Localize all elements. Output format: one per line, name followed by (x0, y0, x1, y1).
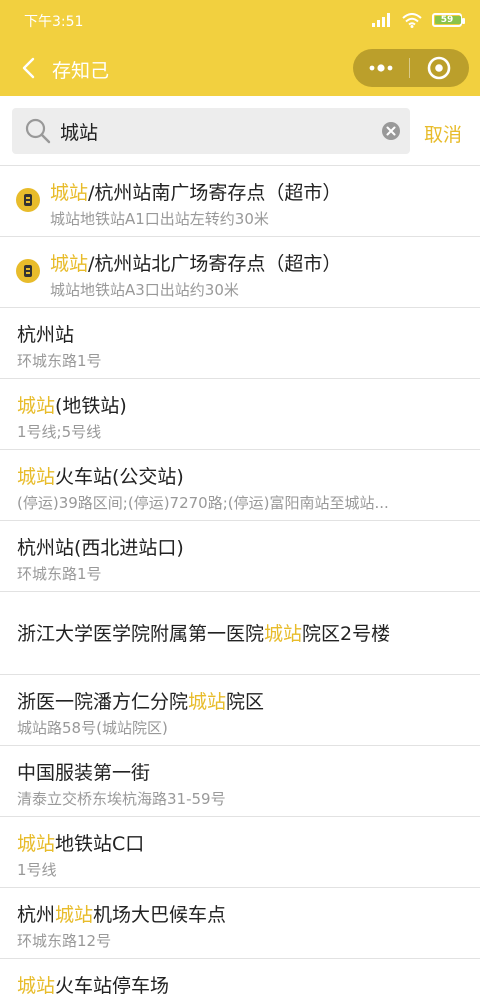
result-title-highlight: 城站 (264, 623, 303, 645)
search-results-list: 城站/杭州站南广场寄存点（超市） 城站地铁站A1口出站左转约30米 城站/杭州站北广… (0, 166, 480, 999)
result-title: 城站火车站停车场 (17, 971, 468, 998)
result-title: 杭州城站机场大巴候车点 (17, 900, 468, 927)
result-item[interactable]: 城站火车站停车场江城路210号附近 (0, 959, 480, 999)
result-title-part: (地铁站) (55, 395, 127, 417)
locker-icon (16, 259, 40, 283)
result-title-part: /杭州站北广场寄存点（超市） (88, 253, 342, 275)
mini-program-capsule (353, 49, 469, 87)
result-item[interactable]: 城站(地铁站) 1号线;5号线 (0, 379, 480, 450)
result-title-part: 机场大巴候车点 (93, 904, 227, 926)
result-subtitle: 环城东路12号 (17, 932, 112, 950)
result-text: 杭州站环城东路1号 (17, 320, 468, 371)
result-text: 杭州城站机场大巴候车点环城东路12号 (17, 900, 468, 951)
result-title-part: 火车站(公交站) (55, 466, 184, 488)
result-title: 城站火车站(公交站) (17, 462, 468, 489)
result-title: 城站(地铁站) (17, 391, 468, 418)
battery-icon: 59 (432, 13, 465, 27)
result-text: 城站(地铁站) 1号线;5号线 (17, 391, 468, 442)
result-subtitle: 清泰立交桥东埃杭海路31-59号 (17, 790, 226, 808)
result-item[interactable]: 城站/杭州站北广场寄存点（超市） 城站地铁站A3口出站约30米 (0, 237, 480, 308)
result-title: 杭州站 (17, 320, 468, 347)
result-item[interactable]: 城站/杭州站南广场寄存点（超市） 城站地铁站A1口出站左转约30米 (0, 166, 480, 237)
status-bar: 下午3:51 59 (0, 0, 480, 40)
result-title-part: 火车站停车场 (55, 975, 170, 997)
result-title: 城站地铁站C口 (17, 829, 468, 856)
cancel-button[interactable]: 取消 (424, 120, 462, 147)
result-item[interactable]: 杭州站(西北进站口) 环城东路1号 (0, 521, 480, 592)
result-title-highlight: 城站 (55, 904, 94, 926)
result-title-part: 中国服装第一街 (17, 762, 151, 784)
more-menu-button[interactable] (353, 49, 409, 87)
result-title-part: 杭州站(西北进站口) (17, 537, 184, 559)
result-item[interactable]: 浙江大学医学院附属第一医院城站院区2号楼 (0, 592, 480, 675)
result-title-part: 院区2号楼 (302, 623, 391, 645)
result-text: 浙医一院潘方仁分院城站院区城站路58号(城站院区) (17, 687, 468, 738)
nav-bar: 存知己 (0, 40, 480, 96)
locker-icon (16, 188, 40, 212)
result-title-part: 院区 (226, 691, 265, 713)
result-item[interactable]: 城站地铁站C口 1号线 (0, 817, 480, 888)
result-title-highlight: 城站 (17, 833, 56, 855)
signal-icon (372, 13, 390, 27)
result-title: 中国服装第一街 (17, 758, 468, 785)
close-mini-program-button[interactable] (410, 49, 468, 87)
result-title: 城站/杭州站北广场寄存点（超市） (50, 249, 468, 276)
status-time: 下午3:51 (24, 14, 84, 30)
result-text: 中国服装第一街清泰立交桥东埃杭海路31-59号 (17, 758, 468, 809)
result-text: 浙江大学医学院附属第一医院城站院区2号楼 (17, 619, 468, 646)
search-icon (25, 118, 51, 144)
result-subtitle: 环城东路1号 (17, 352, 102, 370)
result-text: 杭州站(西北进站口) 环城东路1号 (17, 533, 468, 584)
result-text: 城站火车站(公交站) (停运)39路区间;(停运)7270路;(停运)富阳南站至城… (17, 462, 468, 513)
result-title-part: 杭州 (17, 904, 56, 926)
clear-search-icon[interactable] (382, 122, 400, 140)
result-subtitle: 城站地铁站A1口出站左转约30米 (50, 210, 269, 228)
result-subtitle: 环城东路1号 (17, 565, 102, 583)
result-title-highlight: 城站 (188, 691, 227, 713)
result-item[interactable]: 杭州站环城东路1号 (0, 308, 480, 379)
result-subtitle: (停运)39路区间;(停运)7270路;(停运)富阳南站至城站... (17, 494, 389, 512)
result-text: 城站/杭州站北广场寄存点（超市） 城站地铁站A3口出站约30米 (50, 249, 468, 300)
result-subtitle: 城站路58号(城站院区) (17, 719, 168, 737)
search-bar: 取消 (0, 96, 480, 166)
search-box[interactable] (12, 108, 410, 154)
result-title-part: /杭州站南广场寄存点（超市） (88, 182, 342, 204)
result-title: 城站/杭州站南广场寄存点（超市） (50, 178, 468, 205)
result-title-highlight: 城站 (17, 395, 56, 417)
result-text: 城站/杭州站南广场寄存点（超市） 城站地铁站A1口出站左转约30米 (50, 178, 468, 229)
result-item[interactable]: 中国服装第一街清泰立交桥东埃杭海路31-59号 (0, 746, 480, 817)
result-title-highlight: 城站 (50, 182, 89, 204)
result-title-highlight: 城站 (17, 975, 56, 997)
wifi-icon (402, 12, 422, 28)
result-item[interactable]: 浙医一院潘方仁分院城站院区城站路58号(城站院区) (0, 675, 480, 746)
result-text: 城站地铁站C口 1号线 (17, 829, 468, 880)
result-title-highlight: 城站 (50, 253, 89, 275)
result-title-part: 杭州站 (17, 324, 75, 346)
result-subtitle: 1号线 (17, 861, 57, 879)
result-title: 浙医一院潘方仁分院城站院区 (17, 687, 468, 714)
result-subtitle: 1号线;5号线 (17, 423, 102, 441)
result-item[interactable]: 城站火车站(公交站) (停运)39路区间;(停运)7270路;(停运)富阳南站至城… (0, 450, 480, 521)
result-item[interactable]: 杭州城站机场大巴候车点环城东路12号 (0, 888, 480, 959)
result-subtitle: 城站地铁站A3口出站约30米 (50, 281, 239, 299)
result-text: 城站火车站停车场江城路210号附近 (17, 971, 468, 999)
target-close-icon (427, 56, 451, 80)
status-icons: 59 (372, 10, 465, 30)
battery-level: 59 (440, 15, 454, 25)
result-title: 杭州站(西北进站口) (17, 533, 468, 560)
result-title-part: 浙医一院潘方仁分院 (17, 691, 189, 713)
page-title: 存知己 (52, 60, 110, 82)
more-dots-icon (369, 64, 393, 72)
result-title: 浙江大学医学院附属第一医院城站院区2号楼 (17, 619, 468, 646)
result-title-part: 浙江大学医学院附属第一医院 (17, 623, 265, 645)
result-title-part: 地铁站C口 (55, 833, 145, 855)
header: 下午3:51 59 存知己 (0, 0, 480, 96)
result-title-highlight: 城站 (17, 466, 56, 488)
search-input[interactable] (60, 108, 370, 154)
back-button[interactable] (14, 52, 42, 84)
chevron-left-icon (22, 57, 35, 79)
